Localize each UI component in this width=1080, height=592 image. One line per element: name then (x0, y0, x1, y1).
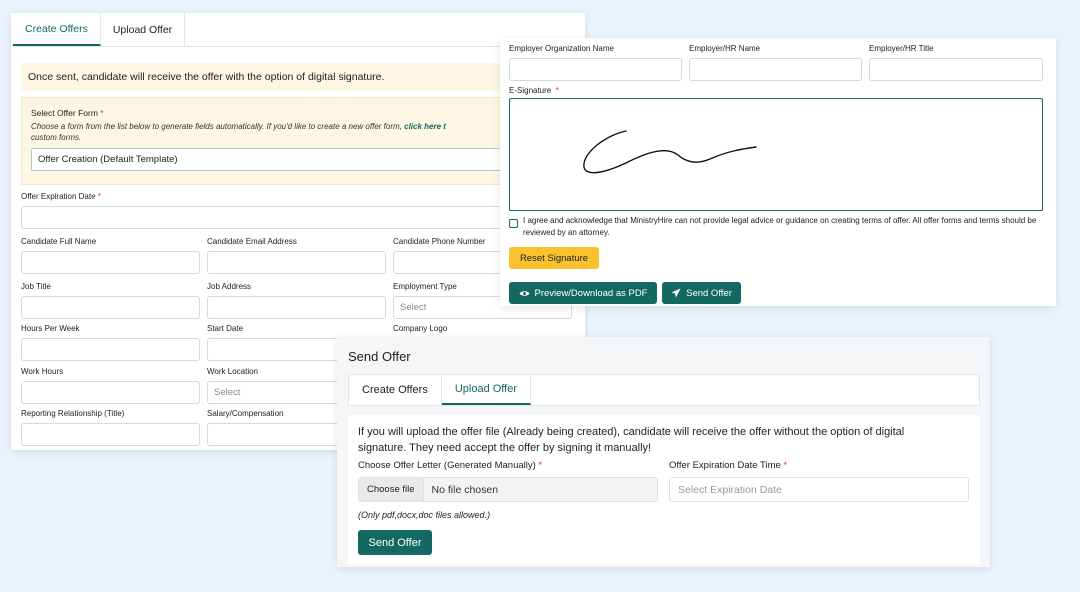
employer-signature-panel: Employer Organization Name Employer/HR N… (500, 38, 1056, 306)
candidate-name-label: Candidate Full Name (21, 237, 97, 246)
job-address-input[interactable] (207, 296, 386, 319)
tab-create-offers[interactable]: Create Offers (13, 13, 101, 46)
company-logo-label: Company Logo (393, 324, 448, 333)
job-title-input[interactable] (21, 296, 200, 319)
upload-tabs: Create Offers Upload Offer (348, 374, 980, 406)
hr-title-label: Employer/HR Title (869, 44, 934, 53)
reporting-label: Reporting Relationship (Title) (21, 409, 125, 418)
digital-signature-notice: Once sent, candidate will receive the of… (21, 63, 581, 91)
candidate-name-input[interactable] (21, 251, 200, 274)
offer-form-hint: Choose a form from the list below to gen… (31, 122, 446, 142)
date-label: Offer Expiration Date Time * (669, 460, 788, 471)
expiration-date-picker[interactable]: Select Expiration Date (669, 477, 969, 502)
offer-form-label: Select Offer Form * (31, 108, 104, 118)
job-address-label: Job Address (207, 282, 252, 291)
send-offer-label: Send Offer (686, 287, 732, 299)
upload-message: If you will upload the offer file (Alrea… (358, 426, 905, 454)
start-date-label: Start Date (207, 324, 244, 333)
agree-checkbox[interactable] (509, 219, 518, 228)
offer-form-select[interactable]: Offer Creation (Default Template) (31, 148, 571, 171)
offer-file-input[interactable]: Choose file No file chosen (358, 477, 658, 502)
send-offer-button[interactable]: Send Offer (358, 530, 432, 555)
candidate-email-input[interactable] (207, 251, 386, 274)
choose-file-button[interactable]: Choose file (359, 478, 424, 501)
esignature-label: E-Signature * (509, 86, 559, 95)
candidate-email-label: Candidate Email Address (207, 237, 297, 246)
tab-create-offers[interactable]: Create Offers (349, 375, 442, 405)
create-form-link[interactable]: click here t (404, 122, 446, 131)
hr-name-input[interactable] (689, 58, 862, 81)
offer-form-selector: Select Offer Form * Choose a form from t… (21, 97, 581, 185)
job-title-label: Job Title (21, 282, 51, 291)
hr-name-label: Employer/HR Name (689, 44, 761, 53)
file-status: No file chosen (431, 483, 499, 496)
hours-per-week-label: Hours Per Week (21, 324, 80, 333)
preview-pdf-label: Preview/Download as PDF (534, 287, 648, 299)
agree-text: I agree and acknowledge that MinistryHir… (523, 216, 1037, 237)
paper-plane-icon (671, 288, 681, 298)
expiration-date-label: Offer Expiration Date * (21, 192, 101, 201)
eye-icon (519, 290, 529, 296)
expiration-date-input[interactable] (21, 206, 581, 229)
reporting-input[interactable] (21, 423, 200, 446)
file-type-note: (Only pdf,docx,doc files allowed.) (358, 510, 491, 520)
signature-pad[interactable] (509, 98, 1043, 211)
signature-stroke (583, 130, 757, 174)
send-offer-button[interactable]: Send Offer (662, 282, 741, 304)
work-hours-input[interactable] (21, 381, 200, 404)
file-label: Choose Offer Letter (Generated Manually)… (358, 460, 543, 471)
legal-agreement: I agree and acknowledge that MinistryHir… (509, 215, 1039, 238)
reset-signature-button[interactable]: Reset Signature (509, 247, 599, 269)
upload-offer-panel: Send Offer Create Offers Upload Offer If… (337, 337, 990, 567)
preview-pdf-button[interactable]: Preview/Download as PDF (509, 282, 657, 304)
panel-title: Send Offer (348, 349, 411, 364)
tab-upload-offer[interactable]: Upload Offer (441, 375, 531, 405)
hr-title-input[interactable] (869, 58, 1043, 81)
upload-body: If you will upload the offer file (Alrea… (348, 415, 980, 565)
org-name-label: Employer Organization Name (509, 44, 614, 53)
hours-per-week-input[interactable] (21, 338, 200, 361)
tab-upload-offer[interactable]: Upload Offer (101, 13, 186, 46)
org-name-input[interactable] (509, 58, 682, 81)
work-hours-label: Work Hours (21, 367, 64, 376)
